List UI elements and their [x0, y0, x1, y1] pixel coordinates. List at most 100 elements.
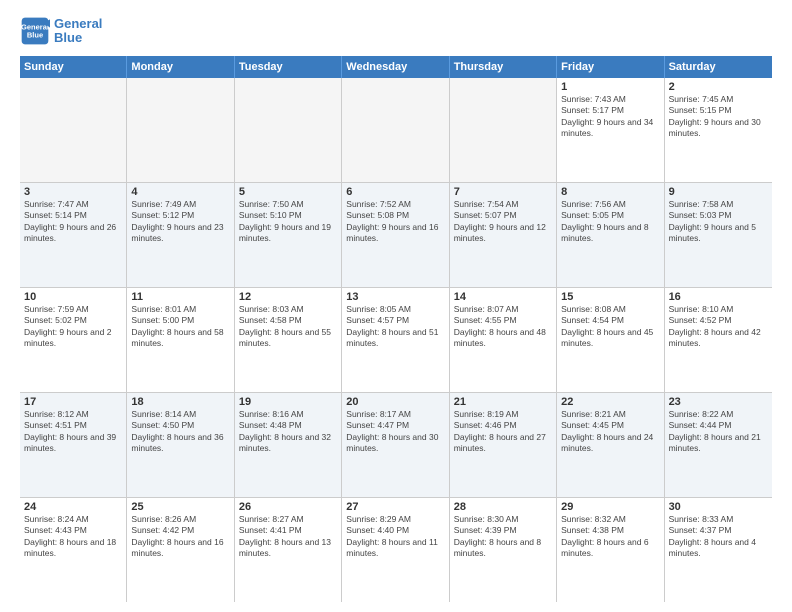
day-info: Sunrise: 7:54 AM Sunset: 5:07 PM Dayligh…: [454, 199, 552, 245]
day-number: 13: [346, 291, 444, 303]
header: General Blue General Blue: [20, 16, 772, 46]
day-number: 9: [669, 186, 768, 198]
day-cell-15: 15Sunrise: 8:08 AM Sunset: 4:54 PM Dayli…: [557, 288, 664, 392]
calendar-body: 1Sunrise: 7:43 AM Sunset: 5:17 PM Daylig…: [20, 78, 772, 602]
day-info: Sunrise: 7:58 AM Sunset: 5:03 PM Dayligh…: [669, 199, 768, 245]
day-number: 14: [454, 291, 552, 303]
day-info: Sunrise: 7:47 AM Sunset: 5:14 PM Dayligh…: [24, 199, 122, 245]
day-info: Sunrise: 8:29 AM Sunset: 4:40 PM Dayligh…: [346, 514, 444, 560]
day-number: 28: [454, 501, 552, 513]
day-cell-28: 28Sunrise: 8:30 AM Sunset: 4:39 PM Dayli…: [450, 498, 557, 602]
day-cell-11: 11Sunrise: 8:01 AM Sunset: 5:00 PM Dayli…: [127, 288, 234, 392]
day-number: 22: [561, 396, 659, 408]
day-number: 25: [131, 501, 229, 513]
day-info: Sunrise: 8:33 AM Sunset: 4:37 PM Dayligh…: [669, 514, 768, 560]
day-number: 17: [24, 396, 122, 408]
day-number: 4: [131, 186, 229, 198]
day-info: Sunrise: 8:17 AM Sunset: 4:47 PM Dayligh…: [346, 409, 444, 455]
day-cell-18: 18Sunrise: 8:14 AM Sunset: 4:50 PM Dayli…: [127, 393, 234, 497]
header-day-sunday: Sunday: [20, 56, 127, 78]
day-info: Sunrise: 8:30 AM Sunset: 4:39 PM Dayligh…: [454, 514, 552, 560]
day-number: 27: [346, 501, 444, 513]
logo: General Blue General Blue: [20, 16, 102, 46]
day-cell-7: 7Sunrise: 7:54 AM Sunset: 5:07 PM Daylig…: [450, 183, 557, 287]
day-cell-12: 12Sunrise: 8:03 AM Sunset: 4:58 PM Dayli…: [235, 288, 342, 392]
day-number: 24: [24, 501, 122, 513]
day-number: 10: [24, 291, 122, 303]
day-cell-20: 20Sunrise: 8:17 AM Sunset: 4:47 PM Dayli…: [342, 393, 449, 497]
empty-cell: [127, 78, 234, 182]
day-info: Sunrise: 8:08 AM Sunset: 4:54 PM Dayligh…: [561, 304, 659, 350]
day-info: Sunrise: 8:26 AM Sunset: 4:42 PM Dayligh…: [131, 514, 229, 560]
calendar: SundayMondayTuesdayWednesdayThursdayFrid…: [20, 56, 772, 602]
calendar-row-4: 17Sunrise: 8:12 AM Sunset: 4:51 PM Dayli…: [20, 393, 772, 498]
day-info: Sunrise: 7:59 AM Sunset: 5:02 PM Dayligh…: [24, 304, 122, 350]
day-cell-16: 16Sunrise: 8:10 AM Sunset: 4:52 PM Dayli…: [665, 288, 772, 392]
day-number: 18: [131, 396, 229, 408]
day-info: Sunrise: 8:16 AM Sunset: 4:48 PM Dayligh…: [239, 409, 337, 455]
day-cell-5: 5Sunrise: 7:50 AM Sunset: 5:10 PM Daylig…: [235, 183, 342, 287]
day-info: Sunrise: 7:52 AM Sunset: 5:08 PM Dayligh…: [346, 199, 444, 245]
calendar-header: SundayMondayTuesdayWednesdayThursdayFrid…: [20, 56, 772, 78]
day-number: 8: [561, 186, 659, 198]
day-number: 12: [239, 291, 337, 303]
day-number: 30: [669, 501, 768, 513]
day-info: Sunrise: 8:27 AM Sunset: 4:41 PM Dayligh…: [239, 514, 337, 560]
empty-cell: [235, 78, 342, 182]
day-cell-2: 2Sunrise: 7:45 AM Sunset: 5:15 PM Daylig…: [665, 78, 772, 182]
header-day-wednesday: Wednesday: [342, 56, 449, 78]
day-info: Sunrise: 8:07 AM Sunset: 4:55 PM Dayligh…: [454, 304, 552, 350]
day-number: 3: [24, 186, 122, 198]
calendar-row-5: 24Sunrise: 8:24 AM Sunset: 4:43 PM Dayli…: [20, 498, 772, 602]
day-info: Sunrise: 7:56 AM Sunset: 5:05 PM Dayligh…: [561, 199, 659, 245]
day-cell-19: 19Sunrise: 8:16 AM Sunset: 4:48 PM Dayli…: [235, 393, 342, 497]
day-number: 29: [561, 501, 659, 513]
day-cell-25: 25Sunrise: 8:26 AM Sunset: 4:42 PM Dayli…: [127, 498, 234, 602]
day-info: Sunrise: 8:32 AM Sunset: 4:38 PM Dayligh…: [561, 514, 659, 560]
day-number: 15: [561, 291, 659, 303]
day-number: 19: [239, 396, 337, 408]
day-cell-23: 23Sunrise: 8:22 AM Sunset: 4:44 PM Dayli…: [665, 393, 772, 497]
day-number: 21: [454, 396, 552, 408]
day-cell-29: 29Sunrise: 8:32 AM Sunset: 4:38 PM Dayli…: [557, 498, 664, 602]
day-info: Sunrise: 8:01 AM Sunset: 5:00 PM Dayligh…: [131, 304, 229, 350]
day-info: Sunrise: 8:05 AM Sunset: 4:57 PM Dayligh…: [346, 304, 444, 350]
day-cell-3: 3Sunrise: 7:47 AM Sunset: 5:14 PM Daylig…: [20, 183, 127, 287]
page: General Blue General Blue SundayMondayTu…: [0, 0, 792, 612]
day-cell-1: 1Sunrise: 7:43 AM Sunset: 5:17 PM Daylig…: [557, 78, 664, 182]
day-info: Sunrise: 8:19 AM Sunset: 4:46 PM Dayligh…: [454, 409, 552, 455]
day-number: 1: [561, 81, 659, 93]
day-number: 23: [669, 396, 768, 408]
day-cell-22: 22Sunrise: 8:21 AM Sunset: 4:45 PM Dayli…: [557, 393, 664, 497]
calendar-row-3: 10Sunrise: 7:59 AM Sunset: 5:02 PM Dayli…: [20, 288, 772, 393]
day-info: Sunrise: 7:49 AM Sunset: 5:12 PM Dayligh…: [131, 199, 229, 245]
day-cell-24: 24Sunrise: 8:24 AM Sunset: 4:43 PM Dayli…: [20, 498, 127, 602]
logo-text: General Blue: [54, 17, 102, 46]
day-cell-26: 26Sunrise: 8:27 AM Sunset: 4:41 PM Dayli…: [235, 498, 342, 602]
day-cell-21: 21Sunrise: 8:19 AM Sunset: 4:46 PM Dayli…: [450, 393, 557, 497]
day-cell-9: 9Sunrise: 7:58 AM Sunset: 5:03 PM Daylig…: [665, 183, 772, 287]
empty-cell: [20, 78, 127, 182]
day-cell-4: 4Sunrise: 7:49 AM Sunset: 5:12 PM Daylig…: [127, 183, 234, 287]
calendar-row-1: 1Sunrise: 7:43 AM Sunset: 5:17 PM Daylig…: [20, 78, 772, 183]
day-cell-6: 6Sunrise: 7:52 AM Sunset: 5:08 PM Daylig…: [342, 183, 449, 287]
header-day-saturday: Saturday: [665, 56, 772, 78]
day-cell-10: 10Sunrise: 7:59 AM Sunset: 5:02 PM Dayli…: [20, 288, 127, 392]
header-day-friday: Friday: [557, 56, 664, 78]
day-info: Sunrise: 7:43 AM Sunset: 5:17 PM Dayligh…: [561, 94, 659, 140]
day-number: 11: [131, 291, 229, 303]
day-number: 20: [346, 396, 444, 408]
day-number: 16: [669, 291, 768, 303]
day-number: 6: [346, 186, 444, 198]
svg-text:Blue: Blue: [27, 31, 43, 40]
empty-cell: [450, 78, 557, 182]
day-number: 5: [239, 186, 337, 198]
day-info: Sunrise: 8:22 AM Sunset: 4:44 PM Dayligh…: [669, 409, 768, 455]
day-cell-13: 13Sunrise: 8:05 AM Sunset: 4:57 PM Dayli…: [342, 288, 449, 392]
day-info: Sunrise: 8:24 AM Sunset: 4:43 PM Dayligh…: [24, 514, 122, 560]
logo-icon: General Blue: [20, 16, 50, 46]
day-info: Sunrise: 7:45 AM Sunset: 5:15 PM Dayligh…: [669, 94, 768, 140]
day-info: Sunrise: 8:14 AM Sunset: 4:50 PM Dayligh…: [131, 409, 229, 455]
day-info: Sunrise: 8:12 AM Sunset: 4:51 PM Dayligh…: [24, 409, 122, 455]
day-number: 7: [454, 186, 552, 198]
